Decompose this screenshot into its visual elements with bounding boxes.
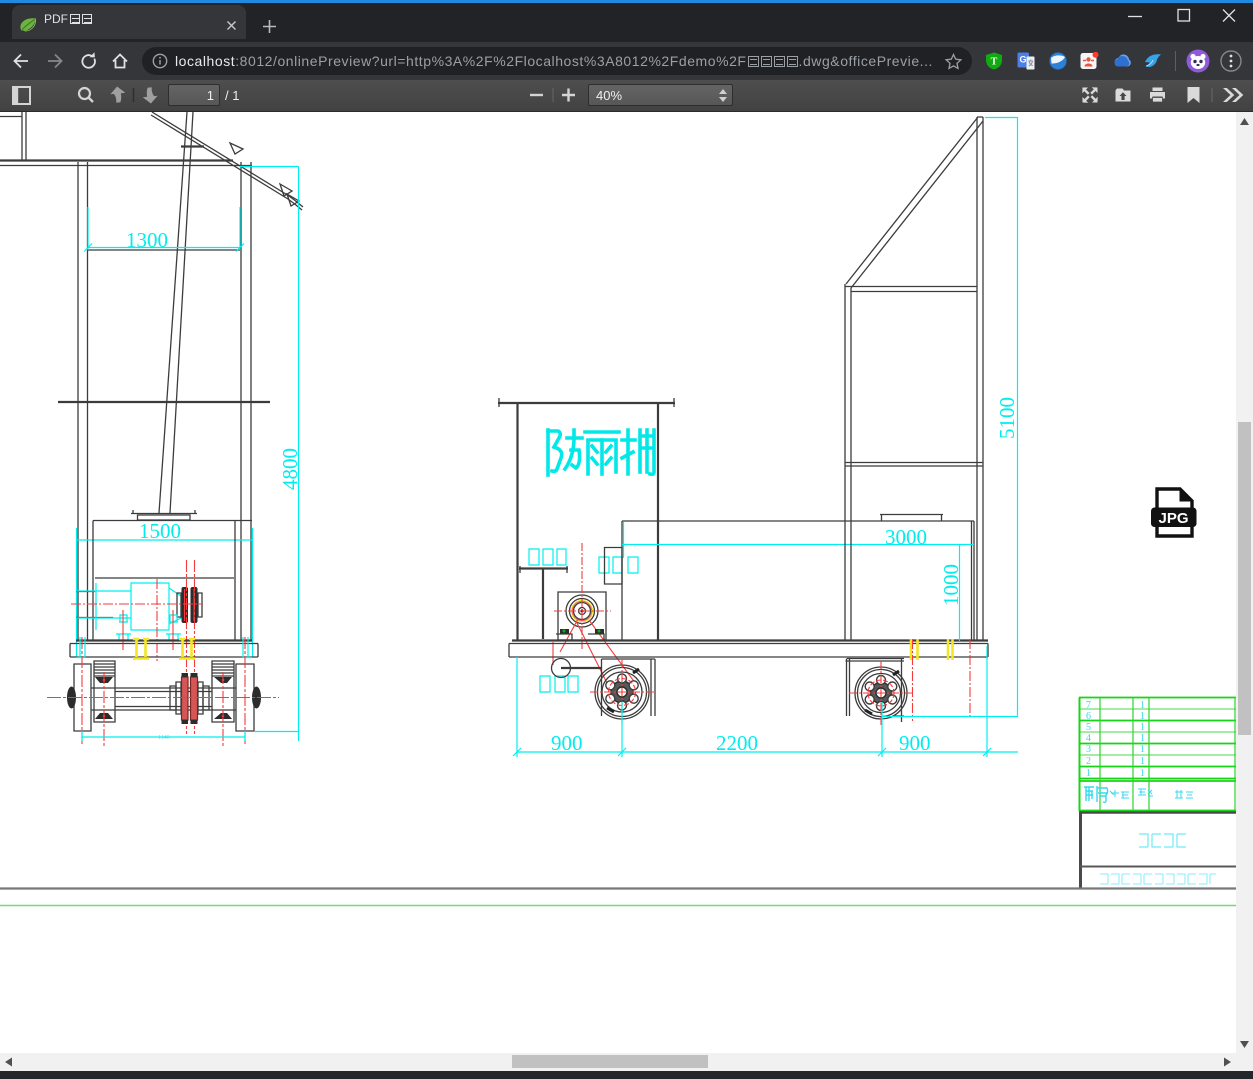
svg-text:3000: 3000 xyxy=(885,525,927,549)
svg-text:1: 1 xyxy=(1140,756,1145,767)
svg-text:3: 3 xyxy=(1086,744,1091,755)
svg-text:1: 1 xyxy=(1086,768,1091,779)
svg-text:G: G xyxy=(1019,55,1026,65)
svg-text:1: 1 xyxy=(1140,733,1145,744)
svg-text:900: 900 xyxy=(899,731,931,755)
svg-text:900: 900 xyxy=(551,731,583,755)
svg-text:2: 2 xyxy=(1086,756,1091,767)
svg-text:5100: 5100 xyxy=(995,397,1019,439)
svg-text:7: 7 xyxy=(1086,700,1091,711)
svg-text:4800: 4800 xyxy=(278,448,302,490)
svg-text:1: 1 xyxy=(1140,711,1145,722)
svg-text:JPG: JPG xyxy=(1158,510,1188,527)
svg-text:2200: 2200 xyxy=(716,731,758,755)
svg-text:1140: 1140 xyxy=(158,735,170,741)
svg-text:5: 5 xyxy=(1086,722,1091,733)
svg-text:1300: 1300 xyxy=(126,228,168,252)
svg-text:1000: 1000 xyxy=(939,564,963,606)
svg-text:T: T xyxy=(991,57,998,68)
svg-text:4: 4 xyxy=(1086,733,1091,744)
svg-text:1: 1 xyxy=(1140,700,1145,711)
svg-text:1: 1 xyxy=(1140,768,1145,779)
svg-text:1: 1 xyxy=(1140,722,1145,733)
svg-text:6: 6 xyxy=(1086,711,1091,722)
svg-text:1: 1 xyxy=(1140,744,1145,755)
